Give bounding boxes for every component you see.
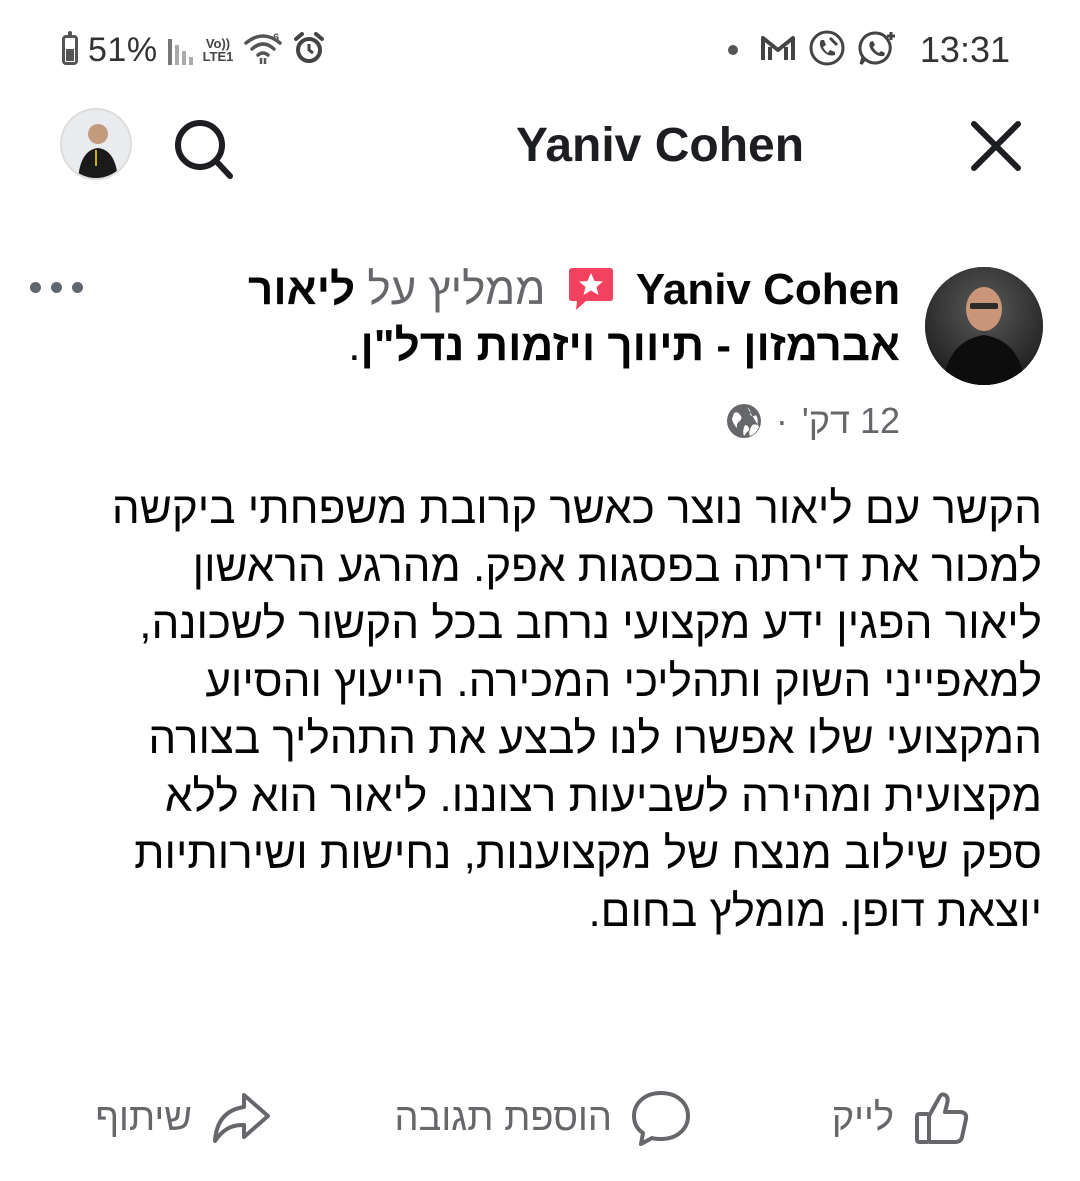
share-label: שיתוף (95, 1096, 192, 1139)
whatsapp-icon (858, 29, 898, 72)
like-label: לייק (831, 1096, 894, 1139)
author-name[interactable]: Yaniv Cohen (636, 265, 900, 314)
battery-icon (62, 31, 78, 65)
post-meta: 12 דק' · (726, 400, 900, 442)
post-body-line: הקשר עם ליאור נוצר כאשר קרובת משפחתי ביק… (111, 484, 1042, 533)
profile-avatar[interactable] (60, 108, 132, 180)
page-title: Yaniv Cohen (515, 119, 805, 172)
post-body-line: למכור את דירתה בפסגות אפק. מהרגע הראשון (192, 541, 1042, 591)
clock: 13:31 (919, 29, 1010, 70)
post-body-line: המקצועי שלו אפשרו לנו לבצע את התהליך בצו… (148, 714, 1042, 763)
status-left-icons: 51% Vo)) LTE1 6 (62, 28, 325, 72)
search-icon[interactable] (168, 114, 240, 186)
post-body-line: יוצאת דופן. מומלץ בחום. (588, 886, 1042, 936)
recommends-text: ממליץ על (367, 265, 546, 314)
more-options-icon[interactable] (30, 275, 94, 299)
share-button[interactable]: שיתוף (95, 1078, 272, 1158)
volte-icon: Vo)) LTE1 (202, 36, 234, 64)
meta-separator: · (775, 400, 788, 441)
app-header: Yaniv Cohen (0, 100, 1080, 196)
thumbs-up-icon (912, 1088, 972, 1148)
alarm-icon (293, 31, 325, 69)
dot-icon (727, 45, 738, 55)
status-right-icons: 13:31 (727, 28, 1010, 72)
share-icon (210, 1089, 272, 1147)
signal-icon (167, 35, 193, 65)
status-bar: 51% Vo)) LTE1 6 13:31 (0, 0, 1080, 100)
gmail-icon (760, 33, 796, 68)
author-avatar[interactable] (925, 267, 1043, 385)
post-body: הקשר עם ליאור נוצר כאשר קרובת משפחתי ביק… (40, 480, 1042, 940)
phone-call-icon (808, 29, 846, 72)
post-body-line: ספק שילוב מנצח של מקצוענות, נחישות ושירו… (134, 829, 1042, 878)
post-header-text: Yaniv Cohen ממליץ על ליאור אברמזון - תיו… (248, 264, 900, 370)
like-button[interactable]: לייק (832, 1078, 972, 1158)
post-actions-bar: לייק הוספת תגובה שיתוף (0, 1078, 1080, 1158)
post-body-line: ליאור הפגין ידע מקצועי נרחב בכל הקשור לש… (139, 599, 1042, 648)
post-body-line: למאפייני השוק ותהליכי המכירה. הייעוץ והס… (205, 656, 1042, 706)
wifi-icon: 6 (243, 31, 283, 70)
battery-percent: 51% (88, 30, 158, 69)
close-icon[interactable] (966, 116, 1026, 176)
recommendation-badge-icon (566, 264, 616, 312)
post-time[interactable]: 12 דק' (802, 400, 900, 442)
svg-text:6: 6 (273, 32, 279, 44)
post-body-line: מקצועית ומהירה לשביעות רצוננו. ליאור הוא… (164, 771, 1042, 821)
comment-icon (630, 1088, 692, 1148)
comment-label: הוספת תגובה (394, 1096, 613, 1139)
globe-icon (726, 403, 762, 439)
comment-button[interactable]: הוספת תגובה (395, 1078, 693, 1158)
